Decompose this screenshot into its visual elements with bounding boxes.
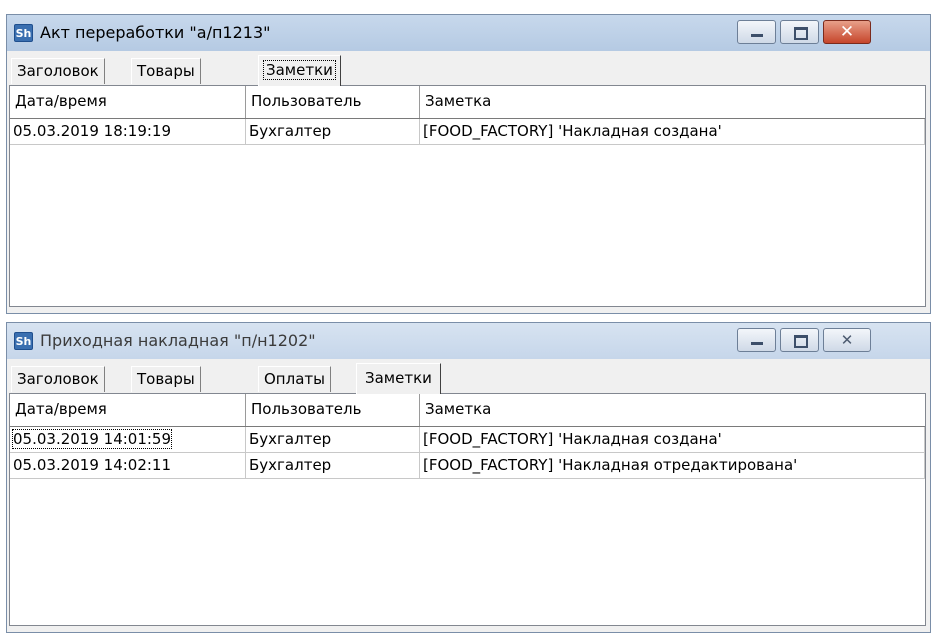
table-row[interactable]: 05.03.2019 18:19:19 Бухгалтер [FOOD_FACT…: [10, 119, 925, 145]
notes-table[interactable]: Дата/время Пользователь Заметка 05.03.20…: [9, 85, 926, 307]
cell-note[interactable]: [FOOD_FACTORY] 'Накладная создана': [420, 119, 925, 145]
tab-notes[interactable]: Заметки: [258, 55, 341, 86]
window-title: Приходная накладная "п/н1202": [40, 331, 316, 350]
cell-user[interactable]: Бухгалтер: [246, 427, 420, 453]
cell-datetime[interactable]: 05.03.2019 14:02:11: [10, 453, 246, 479]
title-bar[interactable]: Sh Приходная накладная "п/н1202" ✕: [7, 323, 930, 359]
window-incoming-invoice[interactable]: Sh Приходная накладная "п/н1202" ✕ Загол…: [6, 322, 931, 633]
tab-goods[interactable]: Товары: [131, 58, 201, 84]
minimize-icon: [751, 34, 763, 37]
cell-note[interactable]: [FOOD_FACTORY] 'Накладная создана': [420, 427, 925, 453]
app-logo-icon: Sh: [14, 332, 33, 350]
column-header-datetime[interactable]: Дата/время: [10, 394, 246, 426]
minimize-button[interactable]: [737, 20, 776, 44]
window-processing-act[interactable]: Sh Акт переработки "а/п1213" ✕ Заголовок…: [6, 14, 931, 314]
column-header-user[interactable]: Пользователь: [246, 394, 420, 426]
cell-datetime[interactable]: 05.03.2019 14:01:59: [10, 427, 246, 453]
close-button[interactable]: ✕: [823, 328, 871, 352]
tab-bar: Заголовок Товары Заметки: [11, 55, 930, 86]
tab-goods[interactable]: Товары: [131, 366, 201, 392]
maximize-icon: [794, 335, 808, 348]
column-header-user[interactable]: Пользователь: [246, 86, 420, 118]
cell-datetime[interactable]: 05.03.2019 18:19:19: [10, 119, 246, 145]
tab-bar: Заголовок Товары Оплаты Заметки: [11, 363, 930, 394]
maximize-button[interactable]: [780, 20, 819, 44]
minimize-button[interactable]: [737, 328, 776, 352]
close-icon: ✕: [840, 331, 854, 349]
table-row[interactable]: 05.03.2019 14:02:11 Бухгалтер [FOOD_FACT…: [10, 453, 925, 479]
close-button[interactable]: ✕: [823, 20, 871, 44]
cell-note[interactable]: [FOOD_FACTORY] 'Накладная отредактирован…: [420, 453, 925, 479]
table-row[interactable]: 05.03.2019 14:01:59 Бухгалтер [FOOD_FACT…: [10, 427, 925, 453]
cell-user[interactable]: Бухгалтер: [246, 453, 420, 479]
tab-notes[interactable]: Заметки: [356, 363, 441, 394]
column-header-note[interactable]: Заметка: [420, 394, 925, 426]
table-header: Дата/время Пользователь Заметка: [10, 394, 925, 427]
cell-user[interactable]: Бухгалтер: [246, 119, 420, 145]
maximize-icon: [794, 27, 808, 40]
close-icon: ✕: [839, 22, 855, 42]
app-logo-icon: Sh: [14, 24, 33, 42]
window-title: Акт переработки "а/п1213": [40, 23, 271, 42]
notes-table[interactable]: Дата/время Пользователь Заметка 05.03.20…: [9, 393, 926, 626]
tab-header[interactable]: Заголовок: [11, 366, 105, 392]
table-header: Дата/время Пользователь Заметка: [10, 86, 925, 119]
tab-header[interactable]: Заголовок: [11, 58, 105, 84]
tab-payments[interactable]: Оплаты: [258, 366, 331, 392]
title-bar[interactable]: Sh Акт переработки "а/п1213" ✕: [7, 15, 930, 51]
cell-datetime-text: 05.03.2019 14:01:59: [11, 429, 173, 449]
minimize-icon: [751, 342, 763, 345]
column-header-datetime[interactable]: Дата/время: [10, 86, 246, 118]
column-header-note[interactable]: Заметка: [420, 86, 925, 118]
maximize-button[interactable]: [780, 328, 819, 352]
tab-notes-label: Заметки: [263, 60, 336, 80]
